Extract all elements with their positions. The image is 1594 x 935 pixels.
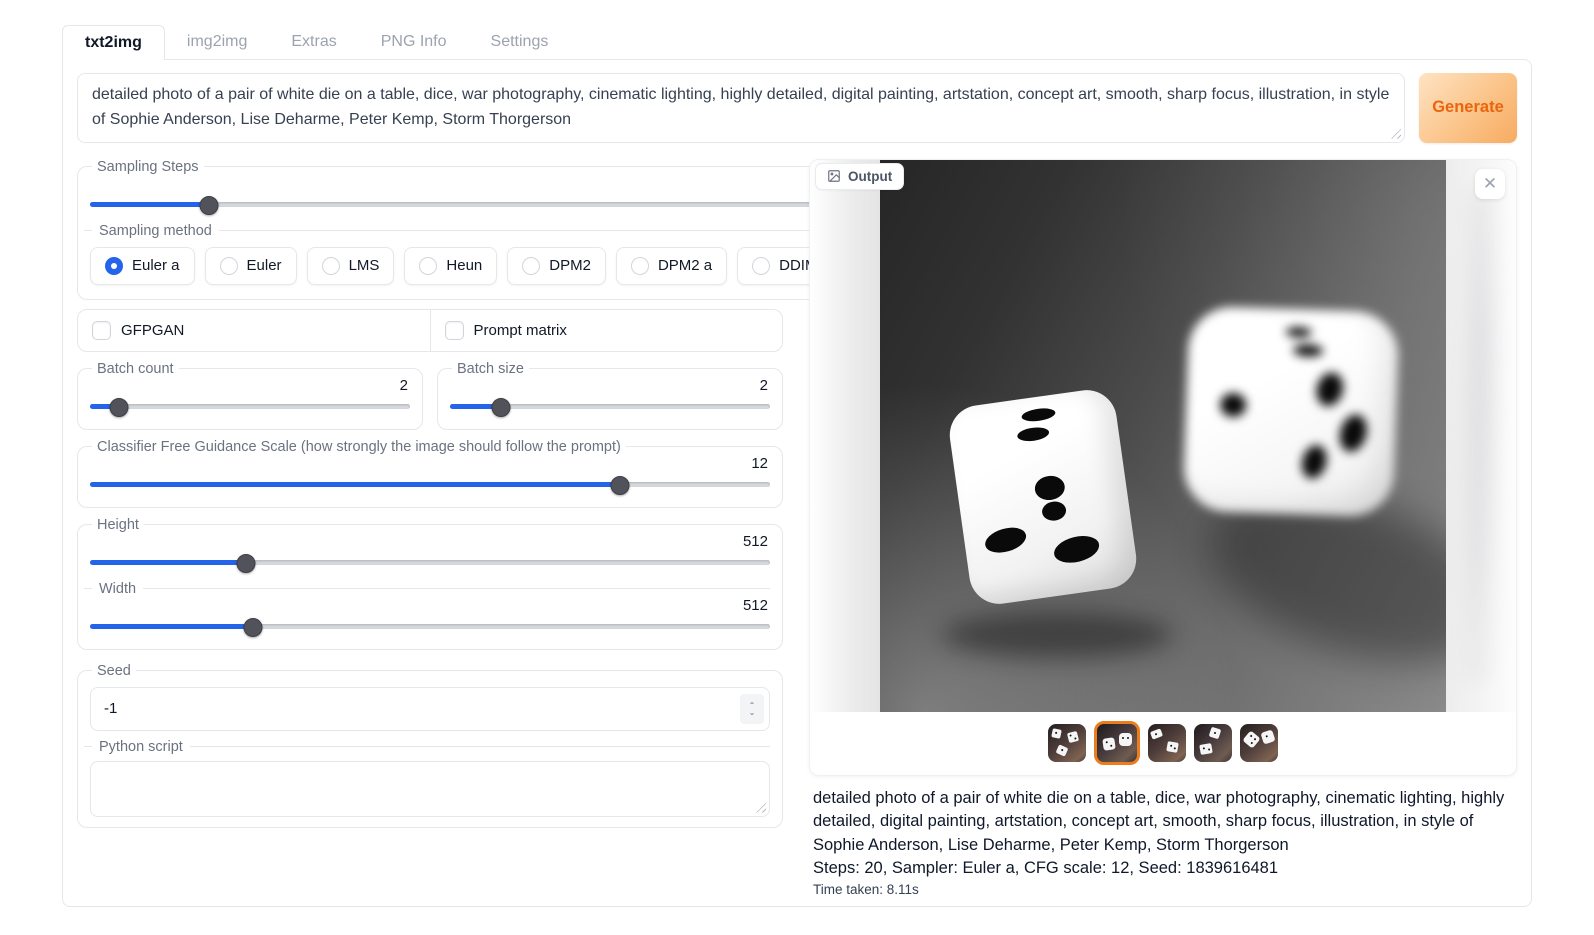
radio-dpm2-a[interactable]: DPM2 a (616, 247, 727, 285)
seed-label: Seed (92, 663, 136, 679)
tab-extras[interactable]: Extras (269, 25, 358, 59)
cfg-group: Classifier Free Guidance Scale (how stro… (77, 439, 783, 508)
cfg-value: 12 (90, 455, 768, 472)
width-label: Width (84, 581, 770, 597)
batch-count-slider[interactable] (90, 397, 410, 417)
batch-count-group: Batch count 2 (77, 361, 423, 430)
radio-circle (419, 257, 437, 275)
slider-knob[interactable] (611, 476, 630, 495)
height-slider[interactable] (90, 553, 770, 573)
prompt-input[interactable]: detailed photo of a pair of white die on… (77, 73, 1405, 143)
image-icon (827, 169, 841, 183)
tab-img2img[interactable]: img2img (165, 25, 269, 59)
batch-size-label: Batch size (452, 361, 529, 377)
height-value: 512 (90, 533, 768, 550)
slider-knob[interactable] (200, 196, 219, 215)
seed-input[interactable]: -1 ⌃⌄ (90, 687, 770, 731)
resize-handle-icon[interactable] (753, 800, 766, 813)
prompt-matrix-checkbox[interactable] (445, 321, 464, 340)
batch-size-slider[interactable] (450, 397, 770, 417)
radio-euler[interactable]: Euler (205, 247, 297, 285)
radio-euler-a[interactable]: Euler a (90, 247, 195, 285)
width-slider[interactable] (90, 617, 770, 637)
generate-button[interactable]: Generate (1419, 73, 1517, 143)
chevron-down-icon[interactable]: ⌄ (749, 709, 756, 716)
output-label: Output (848, 169, 892, 184)
radio-circle (220, 257, 238, 275)
output-params: Steps: 20, Sampler: Euler a, CFG scale: … (813, 859, 1515, 878)
image-viewer[interactable] (810, 160, 1516, 712)
thumbnail-4[interactable] (1194, 724, 1232, 762)
close-button[interactable]: ✕ (1475, 169, 1505, 199)
gfpgan-label: GFPGAN (121, 322, 184, 339)
slider-knob[interactable] (492, 398, 511, 417)
radio-lms[interactable]: LMS (307, 247, 395, 285)
die-left (946, 386, 1140, 607)
thumbnail-3[interactable] (1148, 724, 1186, 762)
dimensions-group: Height 512 Width 512 (77, 517, 783, 650)
thumbnail-2-selected[interactable] (1094, 721, 1140, 765)
batch-count-value: 2 (90, 377, 408, 394)
slider-knob[interactable] (237, 554, 256, 573)
slider-knob[interactable] (109, 398, 128, 417)
gfpgan-option[interactable]: GFPGAN (78, 310, 430, 351)
prompt-matrix-label: Prompt matrix (474, 322, 567, 339)
txt2img-panel: detailed photo of a pair of white die on… (62, 59, 1532, 907)
prompt-matrix-option[interactable]: Prompt matrix (430, 310, 783, 351)
gfpgan-checkbox[interactable] (92, 321, 111, 340)
output-time-taken: Time taken: 8.11s (813, 882, 1515, 897)
tab-bar: txt2img img2img Extras PNG Info Settings (62, 25, 1532, 59)
batch-size-group: Batch size 2 (437, 361, 783, 430)
output-caption: detailed photo of a pair of white die on… (813, 787, 1513, 858)
die-right (1182, 305, 1399, 517)
viewer-blur-right (1446, 160, 1516, 712)
thumbnail-strip (810, 712, 1516, 775)
output-column: Output ✕ (809, 159, 1517, 898)
output-info: detailed photo of a pair of white die on… (809, 776, 1517, 898)
radio-circle (105, 257, 123, 275)
prompt-row: detailed photo of a pair of white die on… (77, 73, 1517, 143)
cfg-slider[interactable] (90, 475, 770, 495)
thumbnail-5[interactable] (1240, 724, 1278, 762)
output-gallery: Output ✕ (809, 159, 1517, 776)
width-value: 512 (90, 597, 768, 614)
generated-image[interactable] (880, 160, 1446, 712)
tab-png-info[interactable]: PNG Info (359, 25, 469, 59)
batch-count-label: Batch count (92, 361, 179, 377)
slider-knob[interactable] (244, 618, 263, 637)
tab-settings[interactable]: Settings (469, 25, 571, 59)
thumbnail-1[interactable] (1048, 724, 1086, 762)
seed-stepper[interactable]: ⌃⌄ (740, 694, 764, 724)
radio-circle (322, 257, 340, 275)
close-icon: ✕ (1483, 174, 1497, 194)
resize-handle-icon[interactable] (1388, 126, 1401, 139)
seed-group: Seed -1 ⌃⌄ Python script (77, 663, 783, 828)
tab-txt2img[interactable]: txt2img (62, 25, 165, 60)
settings-column: Sampling Steps 20 Sampling method Euler … (77, 159, 783, 898)
seed-value: -1 (104, 700, 740, 717)
sampling-steps-label: Sampling Steps (92, 159, 204, 175)
batch-size-value: 2 (450, 377, 768, 394)
prompt-text: detailed photo of a pair of white die on… (92, 86, 1389, 128)
cfg-label: Classifier Free Guidance Scale (how stro… (92, 439, 626, 455)
radio-heun[interactable]: Heun (404, 247, 497, 285)
viewer-blur-left (810, 160, 880, 712)
radio-circle (522, 257, 540, 275)
height-label: Height (92, 517, 144, 533)
python-script-label: Python script (84, 739, 770, 755)
radio-circle (631, 257, 649, 275)
output-header: Output (815, 163, 904, 190)
radio-dpm2[interactable]: DPM2 (507, 247, 606, 285)
app-root: txt2img img2img Extras PNG Info Settings… (0, 0, 1594, 907)
options-panel: GFPGAN Prompt matrix (77, 309, 783, 352)
python-script-input[interactable] (90, 761, 770, 817)
radio-circle (752, 257, 770, 275)
